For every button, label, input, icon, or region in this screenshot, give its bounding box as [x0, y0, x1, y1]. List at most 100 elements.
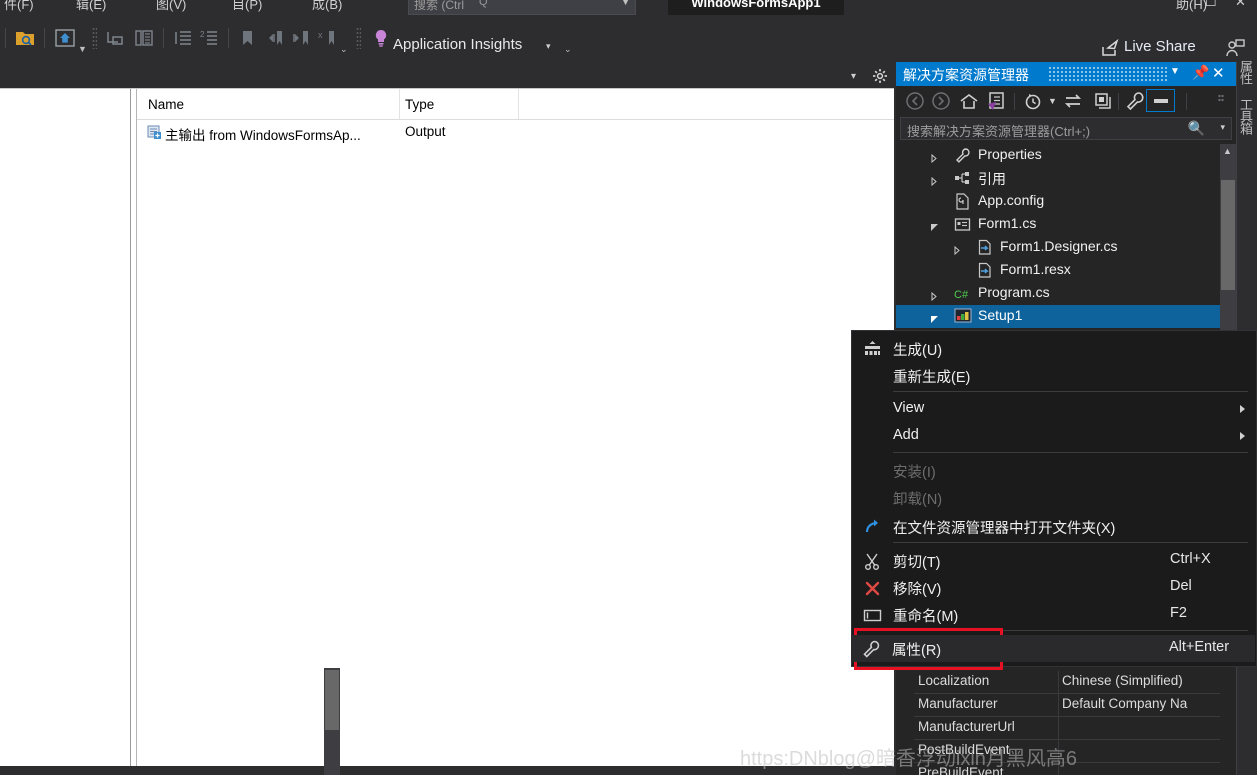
column-divider[interactable]	[399, 89, 400, 119]
application-insights-label[interactable]: Application Insights	[393, 36, 522, 53]
property-row[interactable]: Localization Chinese (Simplified)	[914, 671, 1220, 694]
send-feedback-icon[interactable]	[1225, 38, 1245, 61]
back-arrow-icon[interactable]	[904, 90, 926, 115]
tree-item-app-config[interactable]: App.config	[896, 190, 1220, 213]
menu-edit[interactable]: 辑(E)	[76, 0, 106, 13]
open-folder-search-icon[interactable]	[14, 26, 36, 50]
menu-item-open-folder-in-file-explorer[interactable]: 在文件资源管理器中打开文件夹(X)	[852, 513, 1256, 540]
live-share-label[interactable]: Live Share	[1124, 38, 1196, 55]
menu-item-view[interactable]: View	[852, 396, 1256, 423]
pending-changes-icon[interactable]	[1022, 90, 1044, 115]
toolbar-grip[interactable]	[92, 27, 97, 49]
tree-item-program-cs[interactable]: C# Program.cs	[896, 282, 1220, 305]
chevron-down-icon[interactable]: ▼	[78, 44, 87, 54]
property-row[interactable]: PostBuildEvent	[914, 740, 1220, 763]
property-value[interactable]: Chinese (Simplified)	[1062, 673, 1183, 688]
chevron-down-icon[interactable]: ▾	[546, 41, 551, 52]
collapse-all-icon[interactable]	[1092, 90, 1114, 115]
gear-icon[interactable]	[872, 68, 888, 87]
menu-item-properties[interactable]: 属性(R) Alt+Enter	[851, 635, 1255, 662]
menu-item-add[interactable]: Add	[852, 423, 1256, 450]
menu-help[interactable]: 助(H)	[1176, 0, 1207, 13]
menu-view[interactable]: 图(V)	[156, 0, 186, 13]
chevron-down-icon[interactable]: ▾	[1220, 122, 1225, 133]
chevron-right-icon[interactable]	[930, 151, 939, 164]
tree-item-form1-cs[interactable]: Form1.cs	[896, 213, 1220, 236]
clear-bookmarks-icon[interactable]: x	[316, 26, 338, 50]
toolbar-overflow-icon[interactable]: ⌄	[564, 44, 572, 55]
uncomment-lines-icon[interactable]: 2	[198, 26, 220, 50]
comment-lines-icon[interactable]	[172, 26, 194, 50]
menu-item-build[interactable]: 生成(U)	[852, 335, 1256, 362]
chevron-down-icon[interactable]	[930, 312, 939, 323]
tree-item-properties[interactable]: Properties	[896, 144, 1220, 167]
scrollbar-thumb[interactable]	[1221, 180, 1235, 290]
compare-files-icon[interactable]	[133, 26, 155, 50]
column-header-type[interactable]: Type	[405, 97, 434, 112]
menu-build[interactable]: 成(B)	[312, 0, 342, 13]
menu-file[interactable]: 件(F)	[4, 0, 34, 13]
scroll-up-arrow-icon[interactable]: ▲	[1223, 146, 1232, 156]
splitter-handle[interactable]	[133, 89, 135, 767]
property-column-divider[interactable]	[1058, 694, 1059, 717]
chevron-down-icon[interactable]: ▼	[1170, 66, 1180, 77]
tree-item-form1-resx[interactable]: Form1.resx	[896, 259, 1220, 282]
property-column-divider[interactable]	[1058, 763, 1059, 775]
chevron-down-icon[interactable]	[930, 220, 939, 231]
close-icon[interactable]: ✕	[1212, 64, 1225, 82]
property-row[interactable]: Manufacturer Default Company Na	[914, 694, 1220, 717]
tree-item-form1-designer-cs[interactable]: Form1.Designer.cs	[896, 236, 1220, 259]
property-column-divider[interactable]	[1058, 717, 1059, 740]
toolbar-overflow-grip[interactable]	[1218, 94, 1224, 102]
chevron-down-icon[interactable]: ▾	[851, 71, 856, 82]
property-column-divider[interactable]	[1058, 671, 1059, 694]
tree-item-references[interactable]: 引用	[896, 167, 1220, 190]
pin-icon[interactable]: 📌	[1192, 64, 1209, 81]
titlebar-drag-dots[interactable]	[1048, 66, 1168, 81]
toolbar-grip[interactable]	[356, 27, 361, 49]
live-share-icon[interactable]	[1100, 38, 1120, 61]
bookmark-icon[interactable]	[236, 26, 258, 50]
close-window-icon[interactable]: ✕	[1235, 0, 1246, 10]
property-row[interactable]: PreBuildEvent	[914, 763, 1220, 775]
property-row[interactable]: ManufacturerUrl	[914, 717, 1220, 740]
home-icon[interactable]	[958, 90, 980, 115]
chevron-right-icon[interactable]	[930, 289, 939, 302]
property-column-divider[interactable]	[1058, 740, 1059, 763]
menu-item-remove[interactable]: 移除(V) Del	[852, 574, 1256, 601]
previous-bookmark-icon[interactable]	[264, 26, 286, 50]
scrollbar-thumb[interactable]	[325, 670, 339, 730]
properties-grid: Localization Chinese (Simplified) Manufa…	[896, 668, 1236, 775]
sync-with-active-document-icon[interactable]	[1062, 90, 1084, 115]
properties-wrench-icon[interactable]	[1124, 90, 1146, 115]
search-icon[interactable]: 🔍	[1188, 120, 1205, 137]
global-search-box[interactable]: 搜索 (Ctrl Q ▼	[408, 0, 636, 15]
solution-explorer-search-input[interactable]: 搜索解决方案资源管理器(Ctrl+;) 🔍 ▾	[900, 117, 1232, 140]
show-all-files-icon[interactable]	[986, 90, 1008, 115]
forward-arrow-icon[interactable]	[930, 90, 952, 115]
menu-item-rebuild[interactable]: 重新生成(E)	[852, 362, 1256, 389]
chevron-right-icon[interactable]	[930, 174, 939, 187]
output-item-icon	[147, 125, 162, 143]
chevron-right-icon[interactable]	[953, 243, 962, 256]
tree-item-setup1[interactable]: Setup1	[896, 305, 1220, 328]
chevron-down-icon[interactable]: ▼	[621, 0, 630, 7]
lightbulb-icon[interactable]	[370, 26, 392, 50]
document-tab-windowsformsapp1[interactable]: WindowsFormsApp1	[668, 0, 844, 15]
chevron-down-icon[interactable]: ▼	[1048, 96, 1057, 106]
column-divider[interactable]	[518, 89, 519, 119]
table-row[interactable]: 主输出 from WindowsFormsAp... Output	[137, 120, 894, 146]
toolbar-overflow-icon[interactable]: ⌄	[340, 44, 348, 55]
vertical-tab-properties-toolbox[interactable]: 属性 工具箱	[1238, 60, 1255, 178]
restore-window-icon[interactable]: ☐	[1205, 0, 1217, 10]
file-system-tree-panel[interactable]	[0, 89, 131, 767]
menu-project[interactable]: 目(P)	[232, 0, 262, 13]
property-value[interactable]: Default Company Na	[1062, 696, 1187, 711]
menu-item-cut[interactable]: 剪切(T) Ctrl+X	[852, 547, 1256, 574]
column-header-name[interactable]: Name	[148, 97, 184, 112]
indent-block-icon[interactable]	[104, 26, 126, 50]
next-bookmark-icon[interactable]	[290, 26, 312, 50]
home-window-icon[interactable]	[54, 26, 76, 50]
solution-explorer-titlebar[interactable]: 解决方案资源管理器 ▼ 📌 ✕	[896, 62, 1236, 86]
menu-item-rename[interactable]: 重命名(M) F2	[852, 601, 1256, 628]
